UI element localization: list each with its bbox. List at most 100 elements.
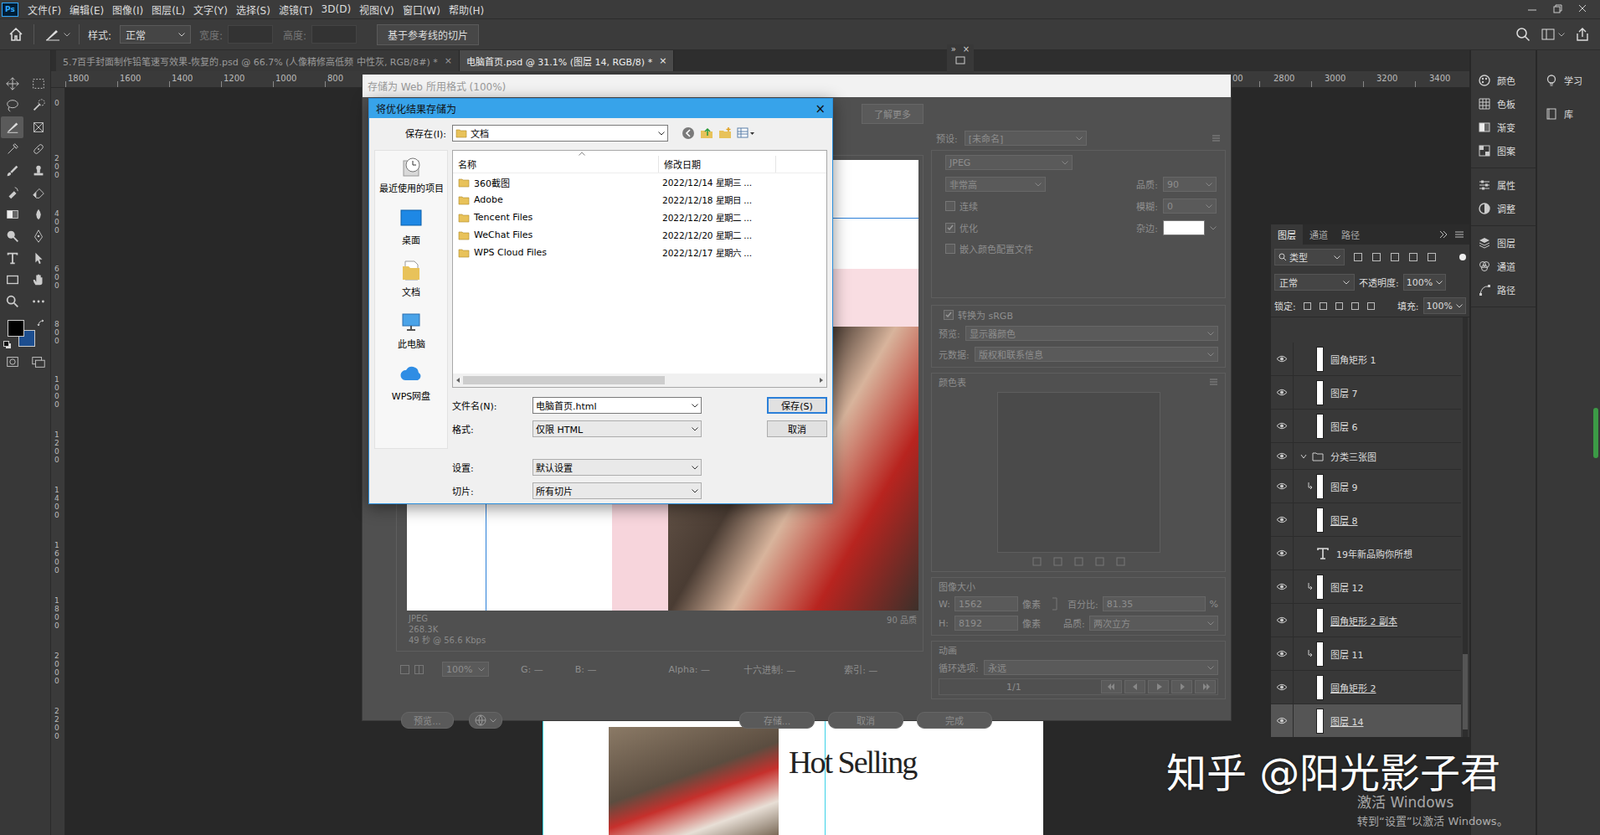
place-item[interactable]: 此电脑: [375, 306, 448, 359]
close-button[interactable]: ×: [814, 101, 826, 117]
gradient-tool[interactable]: [0, 203, 24, 226]
resample-dropdown[interactable]: 两次立方: [1089, 615, 1219, 631]
filter-type-dropdown[interactable]: 类型: [1274, 248, 1345, 266]
hand-tool[interactable]: [26, 268, 50, 291]
history-tool[interactable]: [0, 181, 24, 204]
visibility-toggle[interactable]: [1270, 421, 1293, 430]
save-button[interactable]: 保存(S): [766, 396, 828, 414]
preset-dropdown[interactable]: [未命名]: [964, 130, 1087, 146]
filter-toggle[interactable]: [1459, 253, 1467, 261]
brush-tool[interactable]: [0, 159, 24, 182]
dock-item[interactable]: 渐变: [1471, 115, 1536, 139]
visibility-toggle[interactable]: [1270, 582, 1293, 591]
visibility-toggle[interactable]: [1270, 388, 1293, 397]
layer-row[interactable]: 圆角矩形 1: [1270, 342, 1462, 376]
layer-row[interactable]: 图层 9: [1270, 469, 1462, 504]
panel-tab[interactable]: 通道: [1302, 224, 1335, 245]
menu-item[interactable]: 视图(V): [354, 0, 399, 19]
dock-item[interactable]: 通道: [1471, 254, 1536, 278]
menu-item[interactable]: 文件(F): [23, 0, 66, 19]
height-input[interactable]: 8192: [954, 615, 1019, 631]
preview-dropdown[interactable]: 显示器颜色: [965, 325, 1219, 341]
eyedropper-tool[interactable]: [0, 138, 24, 160]
next-frame-button[interactable]: [1171, 679, 1193, 694]
dock-item[interactable]: 库: [1537, 102, 1600, 126]
dock-item[interactable]: 图层: [1471, 231, 1536, 255]
opacity-input[interactable]: 100%: [1403, 273, 1446, 291]
screenmode-tool[interactable]: [26, 350, 50, 373]
first-frame-button[interactable]: [1100, 679, 1122, 694]
dock-item[interactable]: 学习: [1537, 68, 1600, 93]
layer-group-row[interactable]: 分类三张图: [1270, 442, 1462, 470]
checkbox[interactable]: 优化: [945, 221, 978, 235]
menu-item[interactable]: 图层(L): [147, 0, 190, 19]
document-tab[interactable]: 电脑首页.psd @ 31.1% (图层 14, RGB/8) *×: [459, 50, 674, 72]
width-input[interactable]: 1562: [954, 596, 1019, 612]
layer-row[interactable]: 圆角矩形 2: [1270, 670, 1462, 705]
quickmask-tool[interactable]: [0, 350, 24, 373]
browser-dropdown[interactable]: [468, 711, 503, 729]
column-header[interactable]: 修改日期: [658, 155, 777, 173]
menu-item[interactable]: 图像(I): [108, 0, 148, 19]
blur-input[interactable]: 0: [1162, 198, 1217, 214]
menu-item[interactable]: 帮助(H): [444, 0, 489, 19]
quality-input[interactable]: 90: [1162, 176, 1217, 192]
previous-frame-button[interactable]: [1124, 679, 1146, 694]
place-item[interactable]: 桌面: [375, 202, 448, 255]
field-dropdown[interactable]: 仅限 HTML: [532, 420, 702, 438]
menu-item[interactable]: 3D(D): [317, 1, 355, 17]
file-row[interactable]: Tencent Files2022/12/20 星期二 ...: [452, 208, 827, 227]
percent-input[interactable]: 81.35: [1102, 596, 1206, 612]
metadata-dropdown[interactable]: 版权和联系信息: [974, 346, 1219, 362]
cancel-button[interactable]: 取消: [828, 711, 904, 729]
visibility-toggle[interactable]: [1270, 452, 1293, 460]
menu-item[interactable]: 编辑(E): [65, 0, 109, 19]
dock-item[interactable]: 属性: [1471, 173, 1536, 197]
location-dropdown[interactable]: 文档: [452, 124, 669, 142]
more-tool[interactable]: [26, 290, 50, 313]
menu-item[interactable]: 文字(Y): [189, 0, 232, 19]
zoom-dropdown[interactable]: 100%: [442, 661, 489, 677]
slice-tool[interactable]: [0, 116, 24, 139]
visibility-toggle[interactable]: [1270, 683, 1293, 691]
pen-tool[interactable]: [26, 225, 50, 247]
layer-row[interactable]: 圆角矩形 2 副本: [1270, 603, 1462, 638]
save-button[interactable]: 存储...: [739, 711, 815, 729]
eraser-tool[interactable]: [26, 181, 50, 204]
foreground-color-swatch[interactable]: [7, 319, 25, 337]
dock-item[interactable]: 色板: [1471, 92, 1536, 116]
dock-item[interactable]: 颜色: [1471, 68, 1536, 93]
cancel-button[interactable]: 取消: [766, 420, 828, 438]
place-item[interactable]: 文档: [375, 254, 448, 307]
close-button[interactable]: ×: [962, 44, 970, 54]
visibility-toggle[interactable]: [1270, 549, 1293, 557]
group-expander[interactable]: [1300, 452, 1307, 460]
checkbox[interactable]: 转换为 sRGB: [943, 308, 1014, 322]
place-item[interactable]: 最近使用的项目: [375, 150, 448, 203]
file-row[interactable]: 360截图2022/12/14 星期三 ...: [452, 173, 827, 191]
blend-mode-dropdown[interactable]: 正常: [1274, 273, 1355, 291]
preview-button[interactable]: 预览...: [401, 711, 454, 729]
menu-item[interactable]: 窗口(W): [398, 0, 445, 19]
slices-from-guides-button[interactable]: 基于参考线的切片: [376, 24, 479, 46]
visibility-toggle[interactable]: [1270, 482, 1293, 490]
menu-item[interactable]: 滤镜(T): [274, 0, 318, 19]
visibility-toggle[interactable]: [1270, 616, 1293, 624]
style-dropdown[interactable]: 正常: [119, 25, 191, 44]
text-tool[interactable]: [0, 246, 24, 269]
visibility-toggle[interactable]: [1270, 515, 1293, 524]
visibility-toggle[interactable]: [1270, 649, 1293, 658]
layer-row[interactable]: 图层 11: [1270, 637, 1462, 671]
last-frame-button[interactable]: [1194, 679, 1216, 694]
quickselect-tool[interactable]: [26, 94, 50, 117]
visibility-toggle[interactable]: [1270, 354, 1293, 363]
fill-input[interactable]: 100%: [1423, 297, 1467, 314]
layer-row[interactable]: 图层 7: [1270, 375, 1462, 410]
stamp-tool[interactable]: [26, 159, 50, 182]
dock-item[interactable]: 调整: [1471, 196, 1536, 221]
rect-tool[interactable]: [0, 268, 24, 291]
zoom-tool[interactable]: [0, 290, 24, 313]
checkbox[interactable]: 嵌入颜色配置文件: [945, 241, 1034, 256]
healing-tool[interactable]: [26, 138, 50, 160]
field-dropdown[interactable]: 默认设置: [532, 458, 702, 476]
